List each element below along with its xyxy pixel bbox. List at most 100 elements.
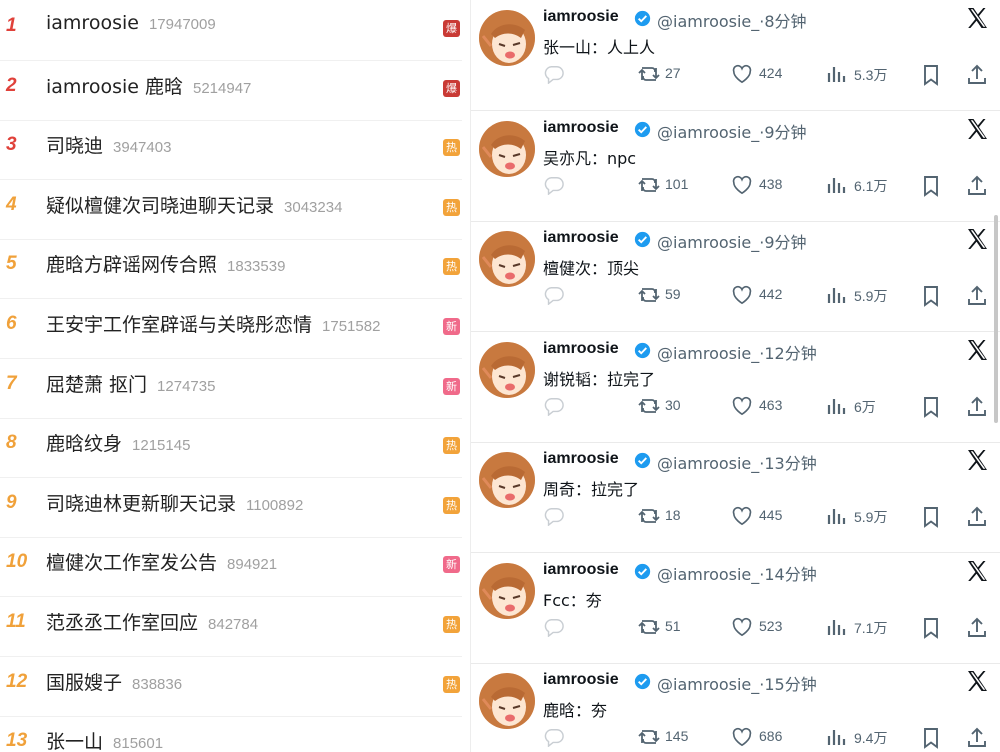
trending-title-text: 张一山: [46, 731, 104, 752]
trending-title[interactable]: 范丞丞工作室回应 842784: [46, 608, 258, 635]
verified-badge-icon: [634, 342, 651, 359]
author-handle-time[interactable]: @iamroosie_·15分钟: [657, 671, 817, 695]
tweet-card[interactable]: iamroosie @iamroosie_·12分钟 谢锐韬：拉完了 30 463 6万: [471, 332, 1000, 443]
verified-badge-icon: [634, 452, 651, 469]
trending-count: 3043234: [284, 198, 343, 216]
author-name[interactable]: iamroosie: [543, 119, 619, 137]
avatar[interactable]: [479, 673, 535, 729]
trending-item[interactable]: 2 iamroosie 鹿晗 5214947 爆: [0, 60, 462, 121]
author-handle-time[interactable]: @iamroosie_·14分钟: [657, 561, 817, 585]
tweet-card[interactable]: iamroosie @iamroosie_·15分钟 鹿晗：夯 145 686 9.4万: [471, 663, 1000, 752]
trending-item[interactable]: 1 iamroosie 17947009 爆: [0, 0, 462, 61]
tweet-card[interactable]: iamroosie @iamroosie_·9分钟 吴亦凡：npc 101 438 6.1…: [471, 111, 1000, 222]
trending-title-text: 司晓迪: [46, 135, 104, 158]
avatar[interactable]: [479, 452, 535, 508]
trending-title[interactable]: 鹿晗纹身 1215145: [46, 429, 190, 456]
author-handle-time[interactable]: @iamroosie_·13分钟: [657, 450, 817, 474]
trending-badge: 爆: [443, 79, 460, 97]
trending-title[interactable]: 檀健次工作室发公告 894921: [46, 548, 277, 575]
x-logo-icon: [965, 669, 989, 693]
trending-item[interactable]: 10 檀健次工作室发公告 894921 新: [0, 536, 462, 598]
like-count: 523: [759, 617, 783, 634]
tweet-card[interactable]: iamroosie @iamroosie_·8分钟 张一山：人上人 27 424 5.3万: [471, 0, 1000, 111]
trending-item[interactable]: 7 屈楚萧 抠门 1274735 新: [0, 358, 462, 419]
trending-badge: 热: [443, 496, 460, 514]
trending-item[interactable]: 4 疑似檀健次司晓迪聊天记录 3043234 热: [0, 179, 462, 240]
trending-item[interactable]: 3 司晓迪 3947403 热: [0, 119, 462, 181]
trending-count: 1274735: [157, 377, 216, 395]
feed-scrollbar[interactable]: [994, 215, 998, 423]
trending-item[interactable]: 8 鹿晗纹身 1215145 热: [0, 417, 462, 479]
retweet-count: 51: [665, 617, 681, 634]
trending-title[interactable]: 司晓迪林更新聊天记录 1100892: [46, 489, 303, 516]
trending-badge: 热: [443, 675, 460, 693]
avatar[interactable]: [479, 562, 535, 619]
trending-rank: 13: [6, 730, 28, 752]
trending-rank: 2: [6, 74, 17, 96]
trending-item[interactable]: 11 范丞丞工作室回应 842784 热: [0, 596, 462, 657]
trending-title[interactable]: iamroosie 17947009: [46, 12, 216, 34]
x-logo-icon: [965, 227, 989, 251]
trending-count: 5214947: [192, 79, 252, 97]
trending-count: 838836: [132, 675, 183, 693]
trending-rank: 9: [6, 491, 17, 513]
trending-item[interactable]: 6 王安宇工作室辟谣与关晓彤恋情 1751582 新: [0, 298, 462, 359]
trending-title[interactable]: 张一山 815601: [46, 727, 163, 752]
trending-badge: 爆: [443, 20, 460, 37]
author-handle-time[interactable]: @iamroosie_·12分钟: [657, 340, 817, 364]
avatar[interactable]: [479, 231, 535, 287]
like-count: 686: [759, 728, 783, 744]
tweet-text: 周奇：拉完了: [543, 480, 640, 499]
tweet-text: 谢锐韬：拉完了: [543, 369, 656, 389]
author-name[interactable]: iamroosie: [543, 561, 619, 579]
avatar[interactable]: [479, 10, 535, 66]
views-count: 5.3万: [854, 67, 888, 83]
trending-list: 1 iamroosie 17947009 爆 2 iamroosie 鹿晗 5214947 爆…: [0, 0, 470, 752]
author-name[interactable]: iamroosie: [543, 8, 619, 26]
author-handle-time[interactable]: @iamroosie_·9分钟: [657, 119, 807, 143]
views-count: 9.4万: [854, 730, 888, 746]
x-logo-icon: [965, 448, 989, 472]
trending-badge: 新: [443, 318, 460, 335]
trending-title[interactable]: 王安宇工作室辟谣与关晓彤恋情 1751582: [46, 310, 380, 337]
trending-title-text: 屈楚萧 抠门: [46, 373, 148, 396]
trending-title[interactable]: iamroosie 鹿晗 5214947: [46, 72, 251, 99]
like-count: 424: [759, 65, 783, 81]
author-name[interactable]: iamroosie: [543, 671, 619, 689]
trending-item[interactable]: 12 国服嫂子 838836 热: [0, 656, 462, 717]
trending-count: 1100892: [246, 496, 304, 514]
trending-title[interactable]: 疑似檀健次司晓迪聊天记录 3043234: [46, 191, 342, 218]
trending-item[interactable]: 13 张一山 815601: [0, 715, 462, 752]
trending-count: 17947009: [148, 16, 216, 33]
trending-title-text: 国服嫂子: [46, 671, 123, 694]
trending-title[interactable]: 屈楚萧 抠门 1274735: [46, 370, 215, 397]
avatar[interactable]: [479, 120, 535, 177]
tweet-card[interactable]: iamroosie @iamroosie_·9分钟 檀健次：顶尖 59 442 5.9万: [471, 221, 1000, 332]
trending-title[interactable]: 司晓迪 3947403: [46, 131, 171, 158]
trending-title[interactable]: 国服嫂子 838836: [46, 668, 182, 695]
tweet-text: 檀健次：顶尖: [543, 259, 640, 278]
trending-rank: 3: [6, 134, 17, 156]
trending-count: 1833539: [227, 258, 286, 276]
views-count: 5.9万: [854, 288, 888, 304]
trending-title-text: 王安宇工作室辟谣与关晓彤恋情: [46, 314, 313, 336]
tweet-card[interactable]: iamroosie @iamroosie_·13分钟 周奇：拉完了 18 445 5.9万: [471, 442, 1000, 553]
author-handle-time[interactable]: @iamroosie_·8分钟: [657, 8, 807, 32]
verified-badge-icon: [634, 563, 651, 580]
trending-title[interactable]: 鹿晗方辟谣网传合照 1833539: [46, 250, 285, 277]
author-handle-time[interactable]: @iamroosie_·9分钟: [657, 229, 807, 253]
trending-title-text: 鹿晗方辟谣网传合照: [46, 254, 218, 277]
trending-count: 815601: [113, 735, 164, 752]
tweet-text: 鹿晗：夯: [543, 701, 608, 720]
verified-badge-icon: [634, 10, 651, 27]
avatar[interactable]: [479, 341, 535, 398]
trending-item[interactable]: 5 鹿晗方辟谣网传合照 1833539 热: [0, 238, 462, 300]
author-name[interactable]: iamroosie: [543, 229, 619, 247]
author-name[interactable]: iamroosie: [543, 340, 619, 358]
views-count: 5.9万: [854, 509, 888, 525]
tweet-text: Fcc：夯: [543, 590, 602, 610]
trending-item[interactable]: 9 司晓迪林更新聊天记录 1100892 热: [0, 477, 462, 538]
tweet-card[interactable]: iamroosie @iamroosie_·14分钟 Fcc：夯 51 523 7.1万: [471, 553, 1000, 664]
x-logo-icon: [965, 559, 989, 583]
author-name[interactable]: iamroosie: [543, 450, 619, 468]
